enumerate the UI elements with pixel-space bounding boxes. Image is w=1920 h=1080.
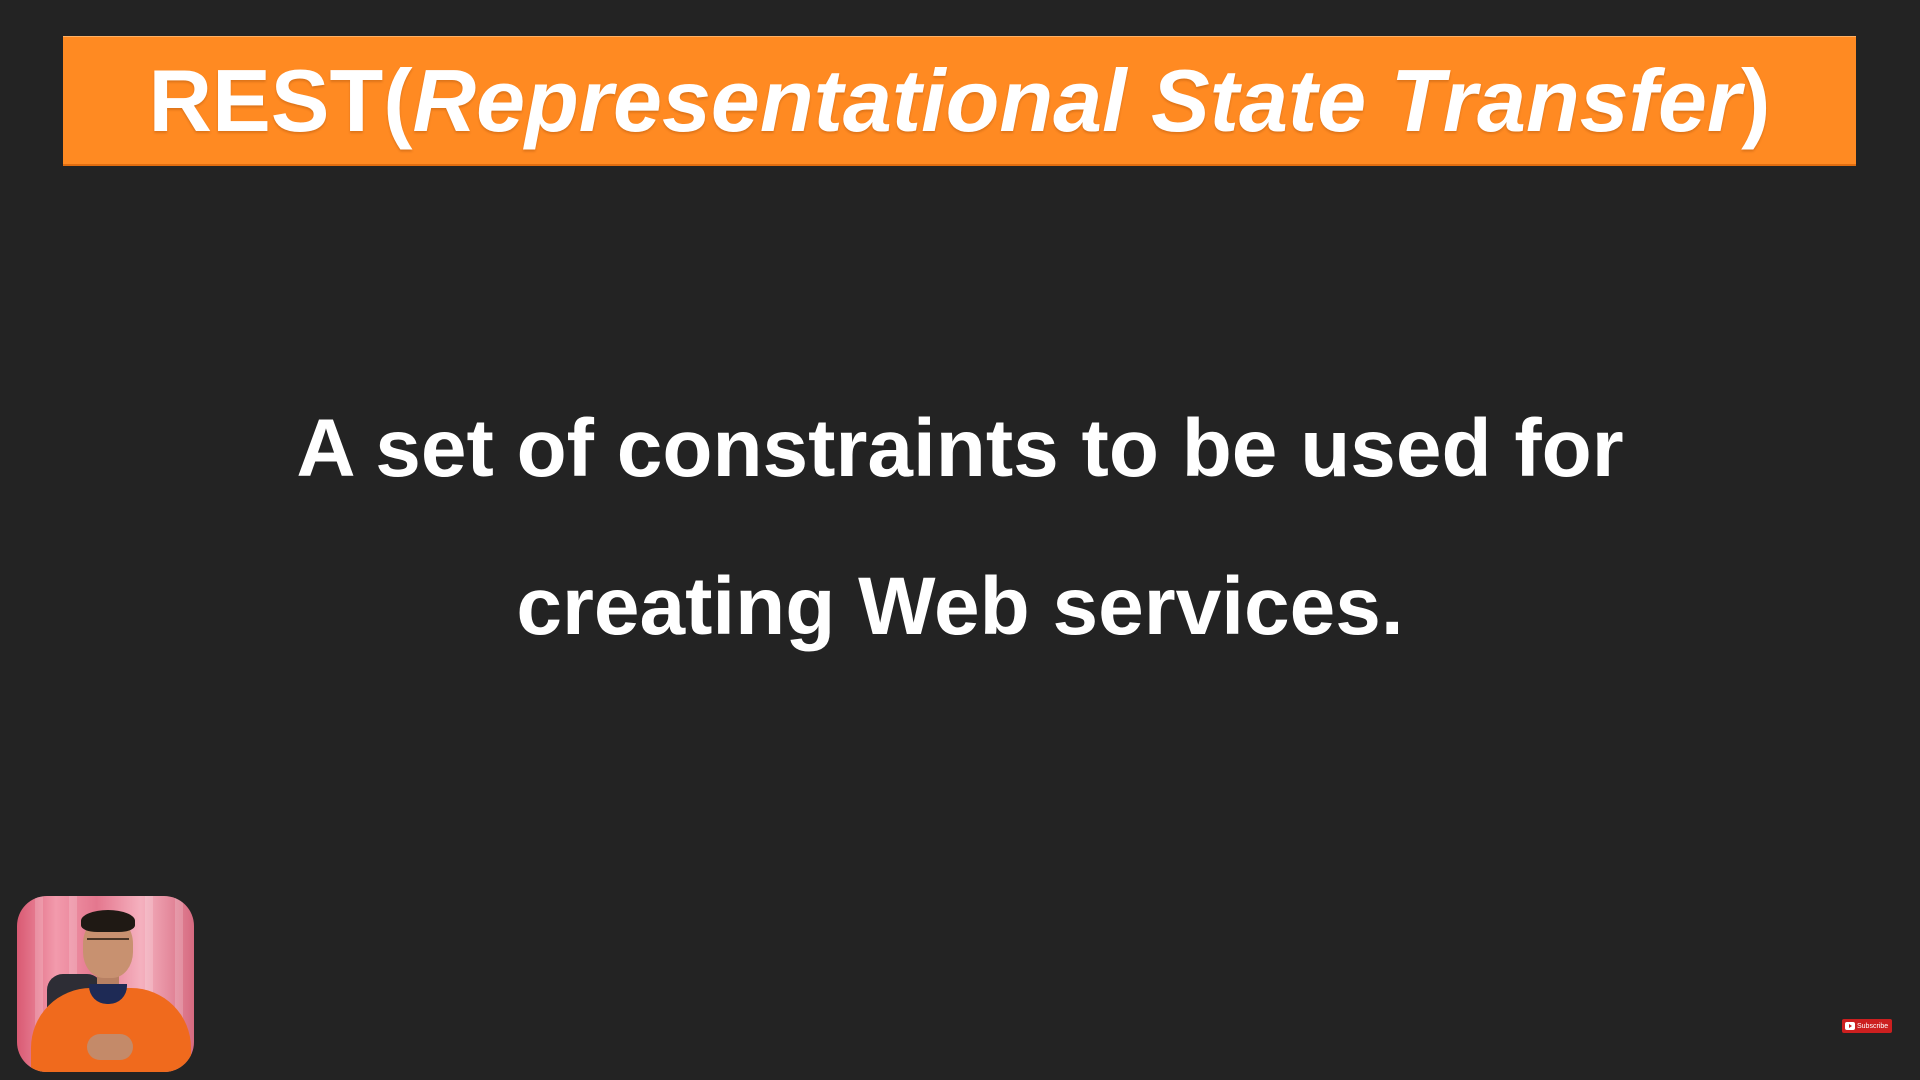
slide: REST(Representational State Transfer) A … [0, 0, 1920, 1080]
title-banner: REST(Representational State Transfer) [63, 36, 1856, 166]
body-line-2: creating Web services. [516, 561, 1404, 652]
youtube-play-icon [1845, 1022, 1855, 1030]
subscribe-button[interactable]: Subscribe [1842, 1019, 1892, 1033]
title-suffix: ) [1741, 50, 1771, 150]
body-line-1: A set of constraints to be used for [296, 403, 1624, 494]
presenter-webcam [17, 896, 194, 1072]
title-prefix: REST( [148, 50, 413, 150]
subscribe-label: Subscribe [1857, 1022, 1889, 1030]
slide-title: REST(Representational State Transfer) [149, 56, 1771, 145]
slide-body: A set of constraints to be used for crea… [0, 370, 1920, 686]
presenter-glasses [87, 938, 129, 950]
presenter-hair [81, 910, 135, 932]
title-expansion: Representational State Transfer [412, 50, 1742, 150]
presenter-hands [87, 1034, 133, 1060]
